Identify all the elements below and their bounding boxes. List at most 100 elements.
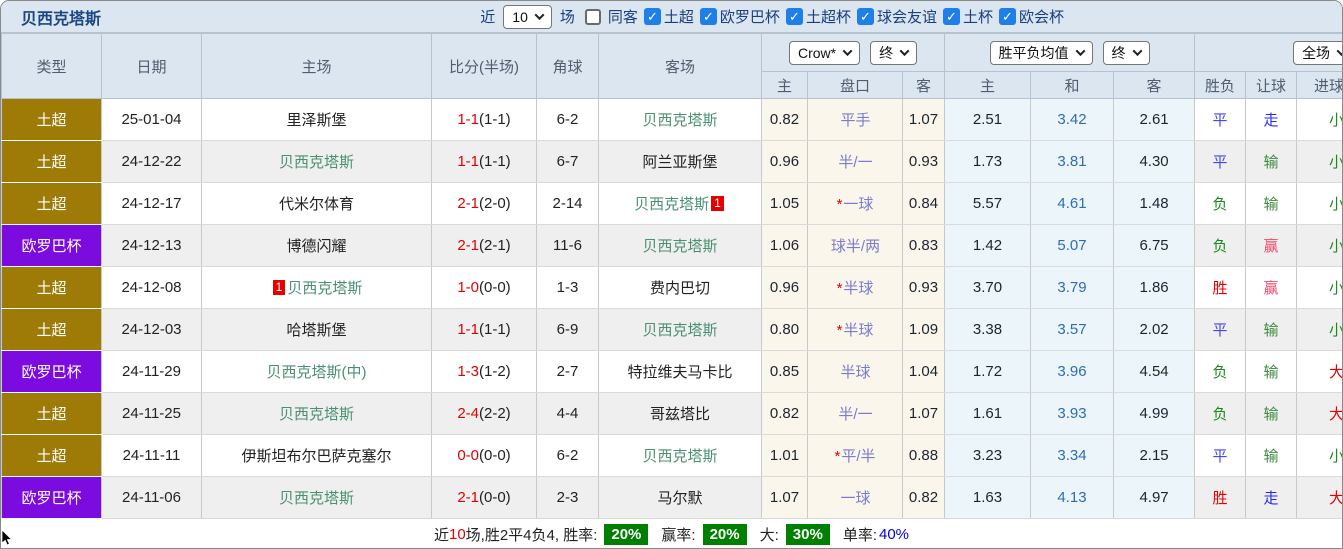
chevron-down-icon [534, 10, 545, 21]
bookmaker-select-value: Crow* [797, 44, 837, 61]
match-row: 土超 24-12-17 代米尔体育 2-1(2-0) 2-14 贝西克塔斯 1 1… [1, 182, 1342, 225]
scope-select[interactable]: 全场 [1293, 40, 1342, 65]
match-row: 土超 25-01-04 里泽斯堡 1-1(1-1) 6-2 贝西克塔斯 0.82… [1, 98, 1342, 141]
competition-checkbox-4[interactable]: ✓ [942, 8, 960, 25]
competition-checkbox-3[interactable]: ✓ [856, 8, 874, 25]
competition-checkbox-5[interactable]: ✓ [998, 8, 1016, 25]
avg-home-odds-cell: 2.51 [944, 98, 1032, 141]
score-cell: 0-0(0-0) [431, 434, 537, 477]
fulltime-score: 0-0 [457, 447, 479, 464]
handicap-away-odds-cell: 0.84 [901, 182, 946, 225]
bookmaker-select-group: Crow* 终 [760, 33, 946, 72]
avg-home-odds-cell: 1.61 [944, 392, 1032, 435]
corner-cell: 11-6 [536, 224, 599, 267]
home-team-name: 博德闪耀 [286, 238, 347, 255]
halftime-score: (1-1) [479, 321, 511, 338]
bookmaker-period-value: 终 [879, 44, 894, 61]
result-cell: 平 [1194, 308, 1247, 351]
average-select[interactable]: 胜平负均值 [989, 40, 1093, 65]
home-team-name: 贝西克塔斯 [287, 280, 363, 297]
average-period-select[interactable]: 终 [1102, 40, 1150, 65]
handicap-line-cell: *平/半 [807, 434, 903, 477]
top-filter-bar: 贝西克塔斯 近 10 场 同客 ✓ 土超 ✓ 欧罗巴杯 ✓ 土超杯 ✓ 球会友谊 ✓ 土杯 ✓ 欧会杯 [1, 1, 1342, 33]
average-select-group: 胜平负均值 终 [944, 33, 1196, 72]
avg-home-odds-cell: 3.70 [944, 266, 1032, 309]
competition-type-cell: 土超 [1, 434, 102, 477]
handicap-line: 半/一 [838, 154, 873, 171]
handicap-home-odds-cell: 0.96 [761, 266, 808, 309]
match-row: 土超 24-12-22 贝西克塔斯 1-1(1-1) 6-7 阿兰亚斯堡 0.9… [1, 140, 1342, 183]
avg-away-odds-cell: 1.86 [1113, 266, 1196, 309]
col-header-score: 比分(半场) [431, 33, 537, 99]
handicap-result-cell: 走 [1245, 98, 1298, 141]
over-rate-badge: 30% [785, 524, 830, 545]
goals-result-cell: 大 [1296, 392, 1342, 435]
avg-draw-odds-cell: 3.42 [1030, 98, 1115, 141]
away-team-name: 阿兰亚斯堡 [642, 154, 718, 171]
red-card-badge: 1 [272, 280, 286, 295]
handicap-star: * [836, 280, 843, 297]
result-cell: 负 [1194, 182, 1247, 225]
bookmaker-select[interactable]: Crow* [788, 40, 861, 65]
fulltime-score: 2-4 [457, 405, 479, 422]
away-team-name: 费内巴切 [649, 280, 710, 297]
recent-count-select[interactable]: 10 [503, 4, 552, 29]
away-team-name: 贝西克塔斯 [642, 322, 718, 339]
handicap-result-cell: 赢 [1245, 266, 1298, 309]
scope-select-value: 全场 [1302, 44, 1331, 61]
same-away-checkbox[interactable] [584, 8, 601, 25]
same-away-label: 同客 [607, 9, 638, 26]
summary-bar: 近 10 场,胜2平4负4, 胜率: 20% 赢率: 20% 大: 30% 单率: … [1, 519, 1342, 548]
handicap-line: 平/半 [841, 448, 876, 465]
competition-filters: ✓ 土超 ✓ 欧罗巴杯 ✓ 土超杯 ✓ 球会友谊 ✓ 土杯 ✓ 欧会杯 [640, 6, 1066, 27]
match-history-panel: 贝西克塔斯 近 10 场 同客 ✓ 土超 ✓ 欧罗巴杯 ✓ 土超杯 ✓ 球会友谊 ✓ 土杯 ✓ 欧会杯… [0, 0, 1343, 549]
goals-result-cell: 大 [1296, 476, 1342, 519]
corner-cell: 6-9 [536, 308, 599, 351]
match-row: 欧罗巴杯 24-11-06 贝西克塔斯 2-1(0-0) 2-3 马尔默 1.0… [1, 476, 1342, 519]
handicap-home-odds-cell: 1.01 [761, 434, 808, 477]
avg-draw-odds-cell: 3.79 [1030, 266, 1115, 309]
halftime-score: (1-2) [479, 363, 511, 380]
away-team-name: 贝西克塔斯 [642, 448, 718, 465]
result-cell: 胜 [1194, 476, 1247, 519]
fulltime-score: 1-0 [457, 279, 479, 296]
away-team-cell: 贝西克塔斯 1 [598, 182, 762, 225]
handicap-line-cell: 一球 [807, 476, 903, 519]
competition-checkbox-1[interactable]: ✓ [699, 8, 717, 25]
handicap-rate-label: 赢率: [661, 527, 696, 544]
col-header-corner: 角球 [536, 33, 599, 99]
competition-type-cell: 土超 [1, 182, 102, 225]
col-header-date: 日期 [101, 33, 202, 99]
col-header-away: 客场 [598, 33, 762, 99]
competition-checkbox-2[interactable]: ✓ [785, 8, 803, 25]
handicap-away-odds-cell: 0.82 [901, 476, 946, 519]
goals-result-cell: 小 [1296, 224, 1342, 267]
handicap-away-odds-cell: 1.07 [901, 392, 946, 435]
filter-bar: 近 10 场 同客 ✓ 土超 ✓ 欧罗巴杯 ✓ 土超杯 ✓ 球会友谊 ✓ 土杯 ✓ 欧会杯 [478, 4, 1066, 29]
bookmaker-period-select[interactable]: 终 [870, 40, 918, 65]
handicap-line: 一球 [840, 490, 871, 507]
over-rate-label: 大: [759, 527, 779, 544]
single-rate-label: 单率: [842, 527, 877, 544]
handicap-away-odds-cell: 1.07 [901, 98, 946, 141]
handicap-away-odds-cell: 1.04 [901, 350, 946, 393]
avg-home-odds-cell: 3.38 [944, 308, 1032, 351]
col-header-result: 胜负 [1194, 71, 1247, 99]
handicap-away-odds-cell: 0.93 [901, 140, 946, 183]
handicap-away-odds-cell: 0.83 [901, 224, 946, 267]
home-team-name: 代米尔体育 [278, 196, 354, 213]
goals-result-cell: 小 [1296, 308, 1342, 351]
home-team-name: 贝西克塔斯 [278, 154, 354, 171]
avg-away-odds-cell: 6.75 [1113, 224, 1196, 267]
halftime-score: (0-0) [479, 279, 511, 296]
corner-cell: 6-2 [536, 98, 599, 141]
avg-draw-odds-cell: 4.13 [1030, 476, 1115, 519]
avg-away-odds-cell: 4.97 [1113, 476, 1196, 519]
away-team-cell: 哥兹塔比 [598, 392, 762, 435]
home-team-name: 哈塔斯堡 [286, 322, 347, 339]
date-cell: 24-12-17 [101, 182, 202, 225]
fulltime-score: 1-1 [457, 111, 479, 128]
match-row: 土超 24-11-25 贝西克塔斯 2-4(2-2) 4-4 哥兹塔比 0.82… [1, 392, 1342, 435]
competition-checkbox-0[interactable]: ✓ [643, 8, 661, 25]
home-team-cell: 贝西克塔斯 [201, 476, 432, 519]
